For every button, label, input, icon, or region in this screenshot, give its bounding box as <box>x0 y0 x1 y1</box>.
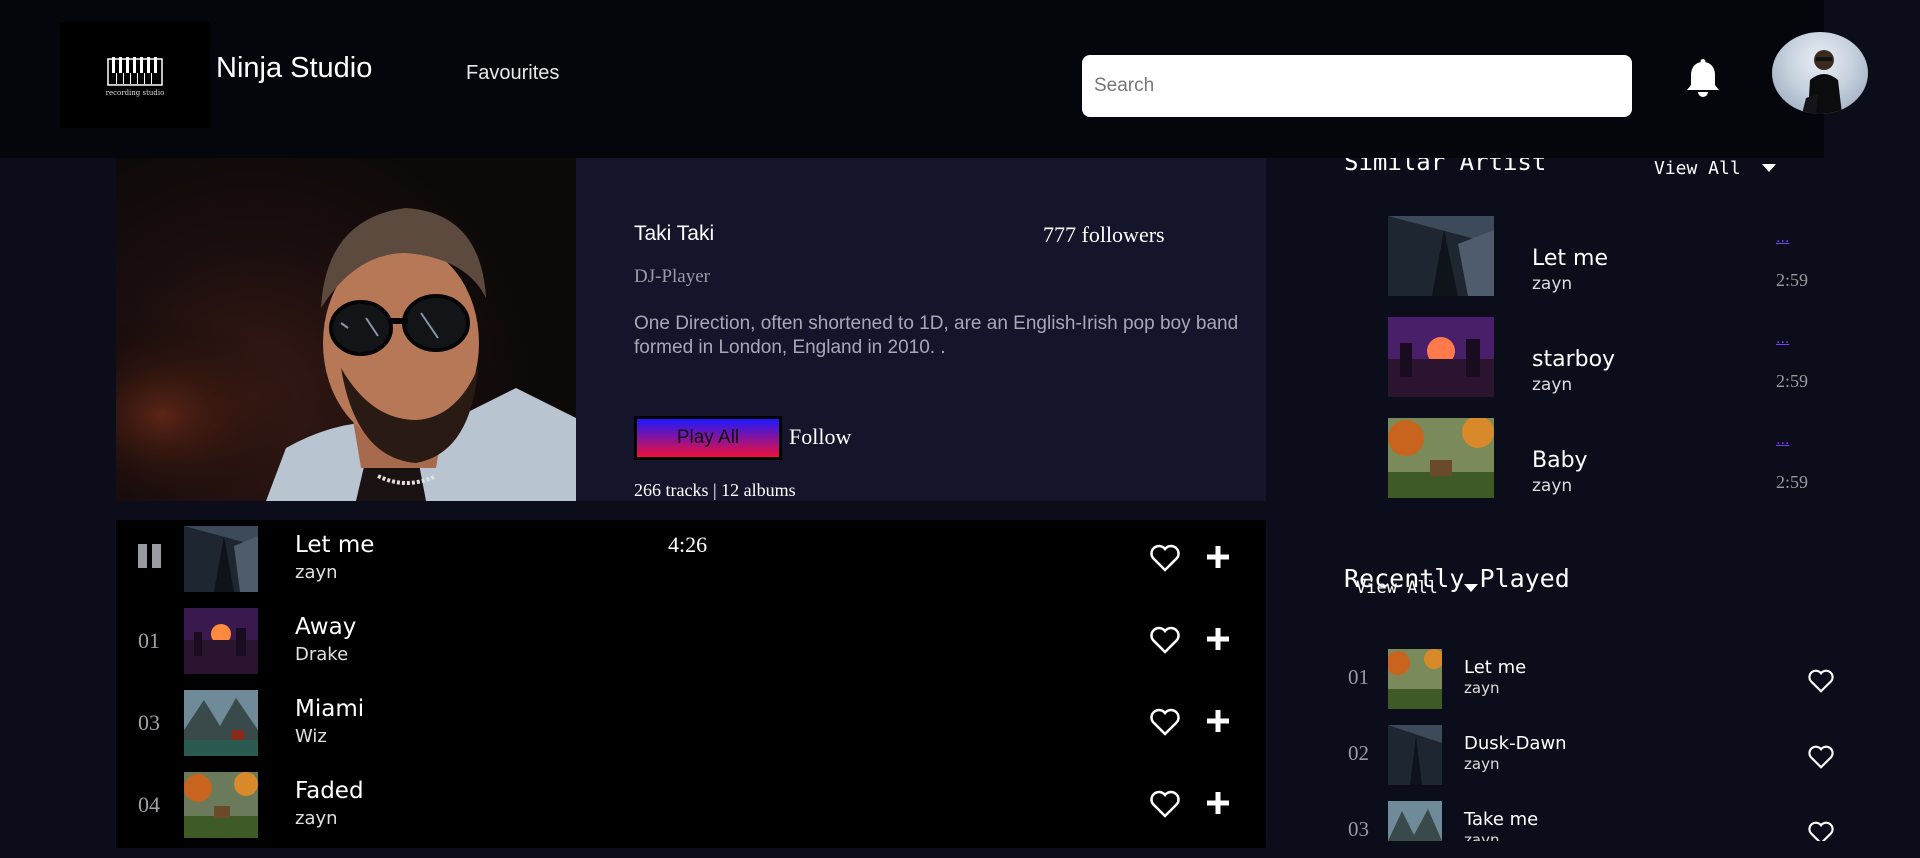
similar-artist-item[interactable]: Let me zayn ... 2:59 <box>1388 216 1828 306</box>
play-all-button[interactable]: Play All <box>634 416 782 460</box>
heart-icon[interactable] <box>1808 745 1834 769</box>
more-options-link[interactable]: ... <box>1776 331 1789 347</box>
artist-bio: One Direction, often shortened to 1D, ar… <box>634 313 1239 358</box>
brand-name[interactable]: Ninja Studio <box>216 52 372 85</box>
similar-duration: 2:59 <box>1776 371 1809 391</box>
heart-icon[interactable] <box>1150 626 1180 654</box>
track-number: 04 <box>138 792 160 817</box>
track-artist: zayn <box>295 562 338 583</box>
follow-button[interactable]: Follow <box>789 424 851 450</box>
track-row[interactable]: 03 Miami Wiz <box>116 684 1266 766</box>
recent-artist: zayn <box>1464 831 1500 841</box>
track-artist: zayn <box>295 808 338 829</box>
artist-name: Taki Taki <box>634 222 715 245</box>
notification-bell-icon[interactable] <box>1682 58 1724 100</box>
plus-icon[interactable] <box>1206 627 1230 651</box>
recent-item[interactable]: 02 Dusk-Dawn zayn <box>1348 725 1848 791</box>
track-row[interactable]: 01 Away Drake <box>116 602 1266 684</box>
similar-cover-image <box>1388 418 1494 498</box>
recent-cover-image <box>1388 801 1442 841</box>
recent-item[interactable]: 01 Let me zayn <box>1348 649 1848 715</box>
heart-icon[interactable] <box>1150 790 1180 818</box>
track-cover-image <box>184 772 258 838</box>
similar-cover-image <box>1388 216 1494 296</box>
track-cover-image <box>184 526 258 592</box>
recent-artist: zayn <box>1464 755 1500 773</box>
track-cover-image <box>184 608 258 674</box>
similar-artist-item[interactable]: starboy zayn ... 2:59 <box>1388 317 1828 407</box>
heart-icon[interactable] <box>1808 821 1834 841</box>
recent-artist: zayn <box>1464 679 1500 697</box>
heart-icon[interactable] <box>1150 708 1180 736</box>
recent-title: Let me <box>1464 657 1527 678</box>
artist-stats: 266 tracks | 12 albums <box>634 480 796 500</box>
similar-artist: zayn <box>1532 476 1573 496</box>
similar-cover-image <box>1388 317 1494 397</box>
similar-artist-item[interactable]: Baby zayn ... 2:59 <box>1388 418 1828 508</box>
studio-logo[interactable]: recording studio <box>60 22 210 128</box>
recent-cover-image <box>1388 649 1442 709</box>
recent-number: 01 <box>1348 665 1369 689</box>
track-number: 01 <box>138 628 160 653</box>
followers-count: 777 followers <box>1043 222 1165 247</box>
recent-title: Dusk-Dawn <box>1464 733 1567 754</box>
user-avatar[interactable] <box>1772 32 1868 114</box>
similar-title: Baby <box>1532 448 1588 473</box>
caret-down-icon[interactable] <box>1762 164 1776 172</box>
recent-cover-image <box>1388 725 1442 785</box>
recent-item[interactable]: 03 Take me zayn <box>1348 801 1848 841</box>
caret-down-icon[interactable] <box>1464 584 1478 592</box>
artist-info-panel: Taki Taki 777 followers DJ-Player One Di… <box>576 158 1266 501</box>
piano-logo-icon <box>107 57 163 86</box>
similar-title: starboy <box>1532 347 1616 372</box>
logo-caption: recording studio <box>105 89 165 97</box>
track-artist: Drake <box>295 644 349 665</box>
similar-view-all-link[interactable]: View All <box>1654 158 1741 179</box>
track-cover-image <box>184 690 258 756</box>
track-title: Miami <box>295 696 365 722</box>
nav-favourites-link[interactable]: Favourites <box>466 62 559 85</box>
track-row[interactable]: 04 Faded zayn <box>116 766 1266 848</box>
track-title: Let me <box>295 532 375 558</box>
heart-icon[interactable] <box>1808 669 1834 693</box>
pause-icon[interactable] <box>138 544 162 568</box>
heart-icon[interactable] <box>1150 544 1180 572</box>
track-artist: Wiz <box>295 726 327 747</box>
recent-number: 02 <box>1348 741 1369 765</box>
recent-view-all-link[interactable]: View All <box>1356 578 1438 598</box>
track-title: Faded <box>295 778 364 804</box>
track-list: Let me zayn 4:26 01 Away Drake 03 Miami … <box>116 520 1266 848</box>
artist-role: DJ-Player <box>634 266 710 287</box>
artist-portrait-illustration <box>116 158 576 501</box>
search-input[interactable] <box>1082 55 1632 117</box>
plus-icon[interactable] <box>1206 709 1230 733</box>
artist-photo <box>116 158 576 501</box>
track-number: 03 <box>138 710 160 735</box>
recent-number: 03 <box>1348 817 1369 841</box>
plus-icon[interactable] <box>1206 791 1230 815</box>
plus-icon[interactable] <box>1206 545 1230 569</box>
more-options-link[interactable]: ... <box>1776 432 1789 448</box>
more-options-link[interactable]: ... <box>1776 230 1789 246</box>
recent-title: Take me <box>1464 809 1539 830</box>
track-row[interactable]: Let me zayn 4:26 <box>116 520 1266 602</box>
similar-artist: zayn <box>1532 274 1573 294</box>
similar-duration: 2:59 <box>1776 472 1809 492</box>
track-title: Away <box>295 614 357 640</box>
similar-artist: zayn <box>1532 375 1573 395</box>
track-duration: 4:26 <box>668 532 708 557</box>
avatar-person-illustration <box>1802 50 1842 114</box>
similar-title: Let me <box>1532 246 1608 271</box>
top-bar: recording studio Ninja Studio Favourites <box>0 0 1824 158</box>
similar-duration: 2:59 <box>1776 270 1809 290</box>
